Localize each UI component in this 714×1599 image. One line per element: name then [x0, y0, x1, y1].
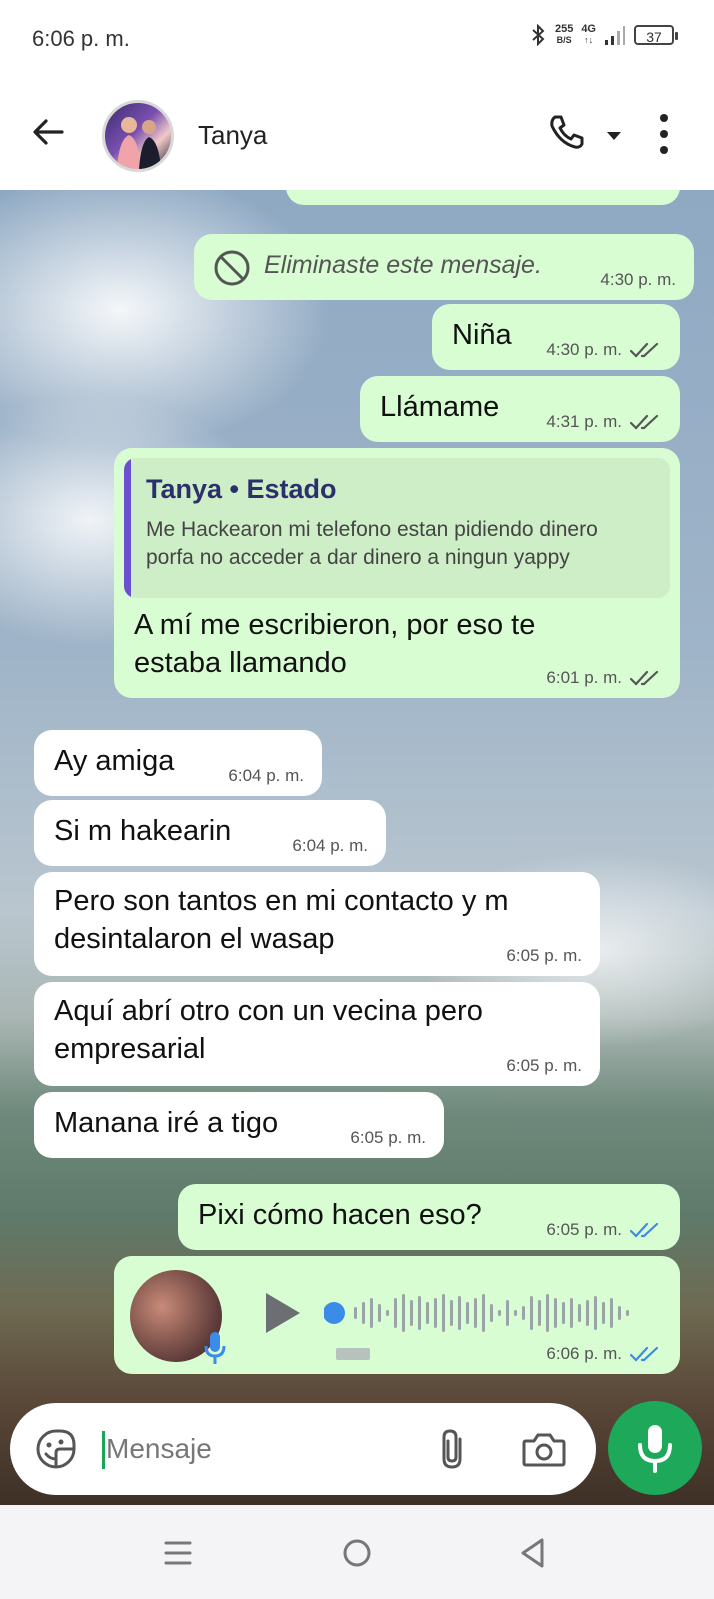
message-bubble-incoming[interactable]: Ay amiga 6:04 p. m. [34, 730, 322, 796]
avatar-photo [117, 117, 161, 169]
back-arrow-icon[interactable] [28, 112, 68, 152]
message-meta: 6:05 p. m. [506, 1056, 582, 1076]
phone-icon[interactable] [546, 112, 586, 152]
network-type-label: 4G [581, 23, 596, 35]
play-icon[interactable] [262, 1290, 302, 1336]
message-text: Manana iré a tigo [54, 1107, 279, 1139]
message-time: 6:04 p. m. [228, 766, 304, 785]
voice-duration-blurred [336, 1348, 370, 1360]
message-meta: 6:06 p. m. [546, 1344, 662, 1364]
message-meta: 4:30 p. m. [546, 340, 662, 360]
blocked-icon [214, 250, 250, 286]
message-time: 6:06 p. m. [546, 1344, 622, 1363]
bluetooth-icon [532, 24, 545, 46]
message-time: 6:05 p. m. [546, 1220, 622, 1239]
message-text: Aquí abrí otro con un vecina pero empres… [54, 995, 483, 1065]
sticker-icon[interactable] [34, 1427, 78, 1471]
message-meta: 4:30 p. m. [600, 270, 676, 290]
chevron-down-icon[interactable] [604, 126, 624, 146]
microphone-icon [638, 1425, 672, 1473]
contact-name[interactable]: Tanya [198, 120, 267, 151]
contact-avatar[interactable] [102, 100, 174, 172]
message-bubble[interactable]: Pixi cómo hacen eso? 6:05 p. m. [178, 1184, 680, 1250]
message-time: 6:04 p. m. [292, 836, 368, 855]
message-text: Pixi cómo hacen eso? [198, 1199, 482, 1231]
message-meta: 6:04 p. m. [292, 836, 368, 856]
battery-indicator: 37 [634, 25, 678, 45]
message-bubble-partial[interactable] [286, 190, 680, 205]
message-time: 6:05 p. m. [506, 1056, 582, 1075]
network-type: 4G ↑↓ [581, 23, 596, 46]
message-text: Ay amiga [54, 745, 175, 777]
message-composer: Mensaje [10, 1403, 596, 1495]
double-check-icon [630, 1222, 659, 1238]
home-icon[interactable] [337, 1533, 377, 1573]
chat-header: Tanya [0, 82, 714, 190]
signal-icon [605, 26, 625, 45]
more-vert-icon[interactable] [656, 112, 672, 156]
message-input[interactable]: Mensaje [106, 1433, 212, 1465]
message-meta: 4:31 p. m. [546, 412, 662, 432]
message-time: 6:01 p. m. [546, 668, 622, 687]
message-text: Pero son tantos en mi contacto y m desin… [54, 885, 509, 955]
message-text: Eliminaste este mensaje. [264, 251, 542, 279]
message-bubble-incoming[interactable]: Manana iré a tigo 6:05 p. m. [34, 1092, 444, 1158]
net-speed: 255 B/S [555, 24, 573, 46]
message-meta: 6:05 p. m. [546, 1220, 662, 1240]
paperclip-icon[interactable] [432, 1427, 476, 1471]
message-bubble-reply[interactable]: Tanya • Estado Me Hackearon mi telefono … [114, 448, 680, 698]
double-check-icon [630, 1346, 659, 1362]
message-text: Llámame [380, 391, 500, 423]
message-meta: 6:01 p. m. [546, 668, 662, 688]
camera-icon[interactable] [520, 1427, 568, 1471]
message-bubble-incoming[interactable]: Si m hakearin 6:04 p. m. [34, 800, 386, 866]
message-time: 4:31 p. m. [546, 412, 622, 431]
text-cursor [102, 1431, 105, 1469]
status-icons: 255 B/S 4G ↑↓ 37 [529, 23, 678, 46]
record-voice-button[interactable] [608, 1401, 702, 1495]
message-bubble-deleted[interactable]: Eliminaste este mensaje. 4:30 p. m. [194, 234, 694, 300]
message-time: 4:30 p. m. [546, 340, 622, 359]
message-text: Si m hakearin [54, 815, 232, 847]
quote-bar [124, 458, 131, 598]
status-time: 6:06 p. m. [32, 26, 130, 51]
net-speed-value: 255 [554, 23, 574, 35]
message-time: 4:30 p. m. [600, 270, 676, 289]
message-meta: 6:05 p. m. [506, 946, 582, 966]
message-meta: 6:05 p. m. [350, 1128, 426, 1148]
quoted-status[interactable]: Tanya • Estado Me Hackearon mi telefono … [124, 458, 670, 598]
double-check-icon [630, 342, 659, 358]
message-bubble[interactable]: Niña 4:30 p. m. [432, 304, 680, 370]
system-nav-bar [0, 1505, 714, 1599]
message-text: A mí me escribieron, por eso te estaba l… [134, 609, 536, 679]
double-check-icon [630, 414, 659, 430]
message-bubble-incoming[interactable]: Pero son tantos en mi contacto y m desin… [34, 872, 600, 976]
message-time: 6:05 p. m. [350, 1128, 426, 1147]
quote-text: Me Hackearon mi telefono estan pidiendo … [146, 518, 598, 569]
message-text: Niña [452, 319, 512, 351]
waveform[interactable] [324, 1288, 650, 1338]
status-bar: 6:06 p. m. 255 B/S 4G ↑↓ 37 [0, 0, 714, 82]
double-check-icon [630, 670, 659, 686]
net-speed-unit: B/S [556, 35, 572, 45]
menu-icon[interactable] [158, 1533, 198, 1573]
message-time: 6:05 p. m. [506, 946, 582, 965]
quote-title: Tanya • Estado [146, 474, 337, 504]
chat-background: Eliminaste este mensaje. 4:30 p. m. Niña… [0, 190, 714, 1505]
back-triangle-icon[interactable] [514, 1533, 554, 1573]
message-meta: 6:04 p. m. [228, 766, 304, 786]
message-bubble[interactable]: Llámame 4:31 p. m. [360, 376, 680, 442]
microphone-icon [204, 1332, 226, 1364]
voice-message-bubble[interactable]: 6:06 p. m. [114, 1256, 680, 1374]
message-bubble-incoming[interactable]: Aquí abrí otro con un vecina pero empres… [34, 982, 600, 1086]
